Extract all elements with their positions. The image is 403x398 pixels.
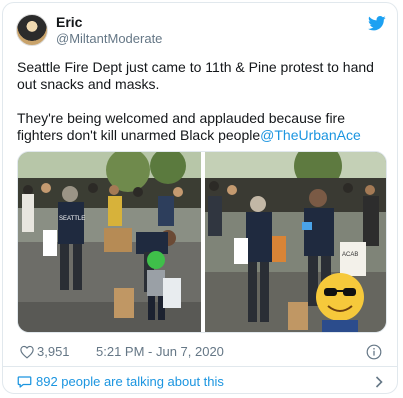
handle[interactable]: @MiltantModerate (56, 31, 162, 47)
twitter-bird-icon[interactable] (368, 16, 386, 31)
talking-count-text[interactable]: 892 people are talking about this (36, 373, 224, 391)
heart-icon[interactable] (20, 345, 34, 359)
tweet-meta: 3,951 5:21 PM - Jun 7, 2020 (20, 343, 386, 361)
media-photos[interactable]: SEATTLE ACAB (18, 152, 387, 333)
tweet-text: Seattle Fire Dept just came to 11th & Pi… (17, 59, 389, 144)
conversation-link[interactable]: 892 people are talking about this (17, 373, 387, 391)
avatar[interactable] (16, 14, 48, 46)
info-icon[interactable] (366, 344, 382, 360)
right-photo[interactable]: ACAB (205, 152, 387, 333)
tweet-line-1: Seattle Fire Dept just came to 11th & Pi… (17, 59, 378, 92)
chevron-right-icon[interactable] (375, 376, 383, 388)
tweet-card[interactable]: Eric @MiltantModerate Seattle Fire Dept … (2, 2, 398, 394)
timestamp[interactable]: 5:21 PM - Jun 7, 2020 (96, 343, 224, 361)
display-name[interactable]: Eric (56, 14, 162, 31)
mention-link[interactable]: @TheUrbanAce (260, 127, 361, 143)
tweet-media[interactable]: SEATTLE ACAB (17, 151, 387, 333)
author-block[interactable]: Eric @MiltantModerate (56, 14, 162, 47)
divider (3, 366, 397, 367)
sign-text: ACAB (342, 252, 358, 258)
like-count[interactable]: 3,951 (37, 343, 70, 361)
speech-bubble-icon (17, 376, 32, 388)
left-photo[interactable]: SEATTLE (18, 152, 201, 333)
tweet-header: Eric @MiltantModerate (16, 13, 386, 49)
jacket-text: SEATTLE (59, 216, 85, 222)
